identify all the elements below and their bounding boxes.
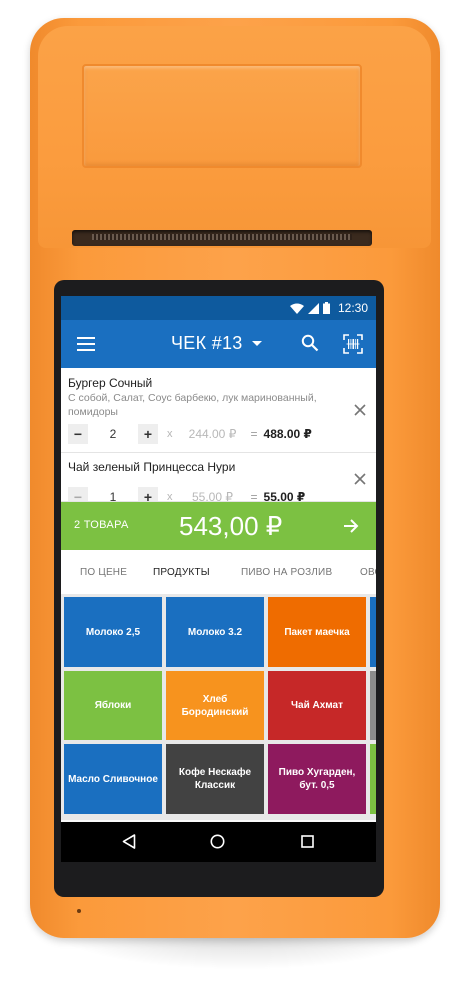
app-title: ЧЕК #13 xyxy=(171,333,243,353)
status-time: 12:30 xyxy=(337,301,368,315)
product-tile[interactable]: Чай Ахмат xyxy=(268,671,366,740)
microphone-dot xyxy=(77,909,81,913)
partial-product-tile[interactable] xyxy=(370,597,376,667)
product-tile[interactable]: Пиво Хугарден, бут. 0,5 xyxy=(268,744,366,814)
paper-slot xyxy=(72,230,372,246)
battery-icon xyxy=(322,302,330,314)
product-tile[interactable]: Масло Сливочное xyxy=(64,744,162,814)
close-icon[interactable] xyxy=(354,473,366,485)
quantity-row: − 1 + x 55.00 ₽ = 55.00 ₽ xyxy=(68,487,306,502)
multiply-sign: x xyxy=(167,428,173,440)
barcode-scan-icon[interactable] xyxy=(343,334,363,354)
android-nav-bar xyxy=(61,822,376,862)
receipt-selector[interactable]: ЧЕК #13 xyxy=(171,333,262,354)
equals-sign: = xyxy=(250,427,258,441)
decrease-quantity-button[interactable]: − xyxy=(68,424,88,444)
receipt-item[interactable]: Чай зеленый Принцесса Нури − 1 + x 55.00… xyxy=(61,453,376,502)
multiply-sign: x xyxy=(167,491,173,502)
close-icon[interactable] xyxy=(354,404,366,416)
equals-sign: = xyxy=(250,490,258,502)
tab-by-price[interactable]: ПО ЦЕНЕ xyxy=(80,567,127,578)
product-tile[interactable]: Молоко 2,5 xyxy=(64,597,162,667)
item-name: Бургер Сочный xyxy=(68,376,153,390)
item-name: Чай зеленый Принцесса Нури xyxy=(68,460,236,474)
home-icon[interactable] xyxy=(210,834,225,849)
tab-products[interactable]: ПРОДУКТЫ xyxy=(153,567,210,578)
product-grid: Молоко 2,5 Молоко 3.2 Пакет маечка Яблок… xyxy=(61,594,376,820)
receipt-total: 543,00 ₽ xyxy=(179,511,283,541)
product-tile[interactable]: Яблоки xyxy=(64,671,162,740)
caret-down-icon xyxy=(251,341,262,346)
app-bar: ЧЕК #13 xyxy=(61,320,376,368)
product-tile[interactable]: Пакет маечка xyxy=(268,597,366,667)
recent-apps-icon[interactable] xyxy=(301,835,314,848)
status-bar: 12:30 xyxy=(61,296,376,320)
unit-price: 244.00 ₽ xyxy=(188,427,237,441)
tab-vegetables[interactable]: ОВО xyxy=(360,567,376,578)
screen: 12:30 ЧЕК #13 Бургер Сочный С собой, Сал… xyxy=(61,296,376,862)
search-icon[interactable] xyxy=(301,334,319,352)
product-tile[interactable]: Хлеб Бородинский xyxy=(166,671,264,740)
receipt-item[interactable]: Бургер Сочный С собой, Салат, Соус барбе… xyxy=(61,368,376,453)
line-total: 488.00 ₽ xyxy=(263,427,312,441)
item-description: С собой, Салат, Соус барбекю, лук марино… xyxy=(68,392,317,418)
quantity-value[interactable]: 2 xyxy=(88,427,138,441)
menu-icon[interactable] xyxy=(77,337,95,351)
partial-product-tile[interactable] xyxy=(370,744,376,814)
quantity-value[interactable]: 1 xyxy=(88,490,138,501)
printer-lid xyxy=(82,64,362,168)
back-icon[interactable] xyxy=(122,834,136,849)
signal-icon xyxy=(307,302,319,314)
decrease-quantity-button[interactable]: − xyxy=(68,487,88,501)
unit-price: 55.00 ₽ xyxy=(192,490,233,502)
product-tile[interactable]: Молоко 3.2 xyxy=(166,597,264,667)
arrow-right-icon xyxy=(344,519,359,533)
quantity-row: − 2 + x 244.00 ₽ = 488.00 ₽ xyxy=(68,424,312,444)
pay-button[interactable]: 2 ТОВАРА 543,00 ₽ xyxy=(61,502,376,550)
category-tabs: ПО ЦЕНЕ ПРОДУКТЫ ПИВО НА РОЗЛИВ ОВО xyxy=(61,550,376,597)
item-count: 2 ТОВАРА xyxy=(74,519,129,531)
product-tile[interactable]: Кофе Нескафе Классик xyxy=(166,744,264,814)
partial-product-tile[interactable] xyxy=(370,671,376,740)
increase-quantity-button[interactable]: + xyxy=(138,424,158,444)
wifi-icon xyxy=(289,303,304,314)
line-total: 55.00 ₽ xyxy=(263,490,306,502)
tab-draft-beer[interactable]: ПИВО НА РОЗЛИВ xyxy=(241,567,332,578)
increase-quantity-button[interactable]: + xyxy=(138,487,158,501)
